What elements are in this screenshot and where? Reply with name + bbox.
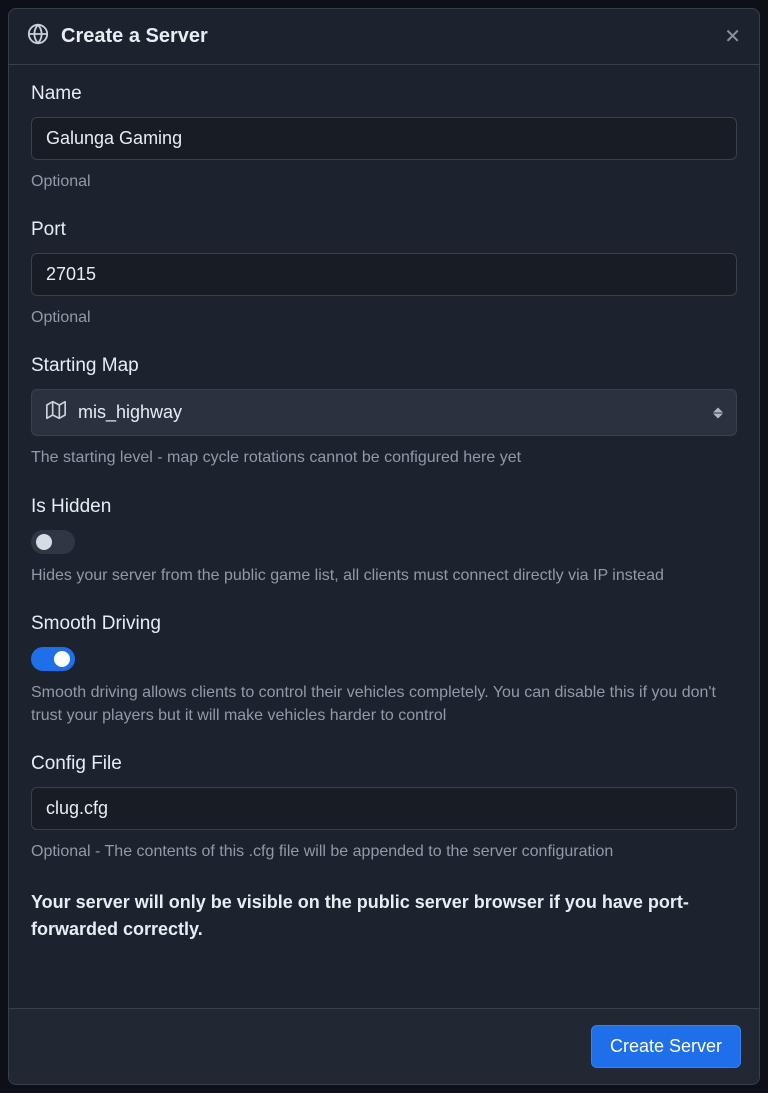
modal-header: Create a Server ✕ <box>9 9 759 65</box>
smooth-driving-hint: Smooth driving allows clients to control… <box>31 681 737 727</box>
smooth-driving-toggle[interactable] <box>31 647 75 671</box>
create-server-button[interactable]: Create Server <box>591 1025 741 1068</box>
modal-footer: Create Server <box>9 1008 759 1084</box>
port-label: Port <box>31 219 737 241</box>
globe-icon <box>27 23 49 50</box>
port-input[interactable] <box>31 253 737 296</box>
is-hidden-toggle[interactable] <box>31 530 75 554</box>
smooth-driving-label: Smooth Driving <box>31 613 737 635</box>
close-icon[interactable]: ✕ <box>724 27 741 47</box>
is-hidden-hint: Hides your server from the public game l… <box>31 564 737 587</box>
field-name: Name Optional <box>31 83 737 193</box>
starting-map-value: mis_highway <box>78 402 182 423</box>
field-port: Port Optional <box>31 219 737 329</box>
field-smooth-driving: Smooth Driving Smooth driving allows cli… <box>31 613 737 727</box>
config-file-hint: Optional - The contents of this .cfg fil… <box>31 840 737 863</box>
port-hint: Optional <box>31 306 737 329</box>
starting-map-label: Starting Map <box>31 355 737 377</box>
starting-map-hint: The starting level - map cycle rotations… <box>31 446 737 469</box>
modal-body: Name Optional Port Optional Starting Map <box>9 65 759 1008</box>
name-input[interactable] <box>31 117 737 160</box>
field-is-hidden: Is Hidden Hides your server from the pub… <box>31 496 737 587</box>
starting-map-select[interactable]: mis_highway <box>31 389 737 436</box>
port-forward-notice: Your server will only be visible on the … <box>31 889 737 943</box>
map-icon <box>46 400 66 425</box>
name-label: Name <box>31 83 737 105</box>
modal-title: Create a Server <box>61 25 712 48</box>
sort-icon <box>713 407 723 418</box>
field-config-file: Config File Optional - The contents of t… <box>31 753 737 863</box>
config-file-label: Config File <box>31 753 737 775</box>
is-hidden-label: Is Hidden <box>31 496 737 518</box>
create-server-modal: Create a Server ✕ Name Optional Port Opt… <box>8 8 760 1085</box>
config-file-input[interactable] <box>31 787 737 830</box>
field-starting-map: Starting Map mis_highway <box>31 355 737 469</box>
name-hint: Optional <box>31 170 737 193</box>
